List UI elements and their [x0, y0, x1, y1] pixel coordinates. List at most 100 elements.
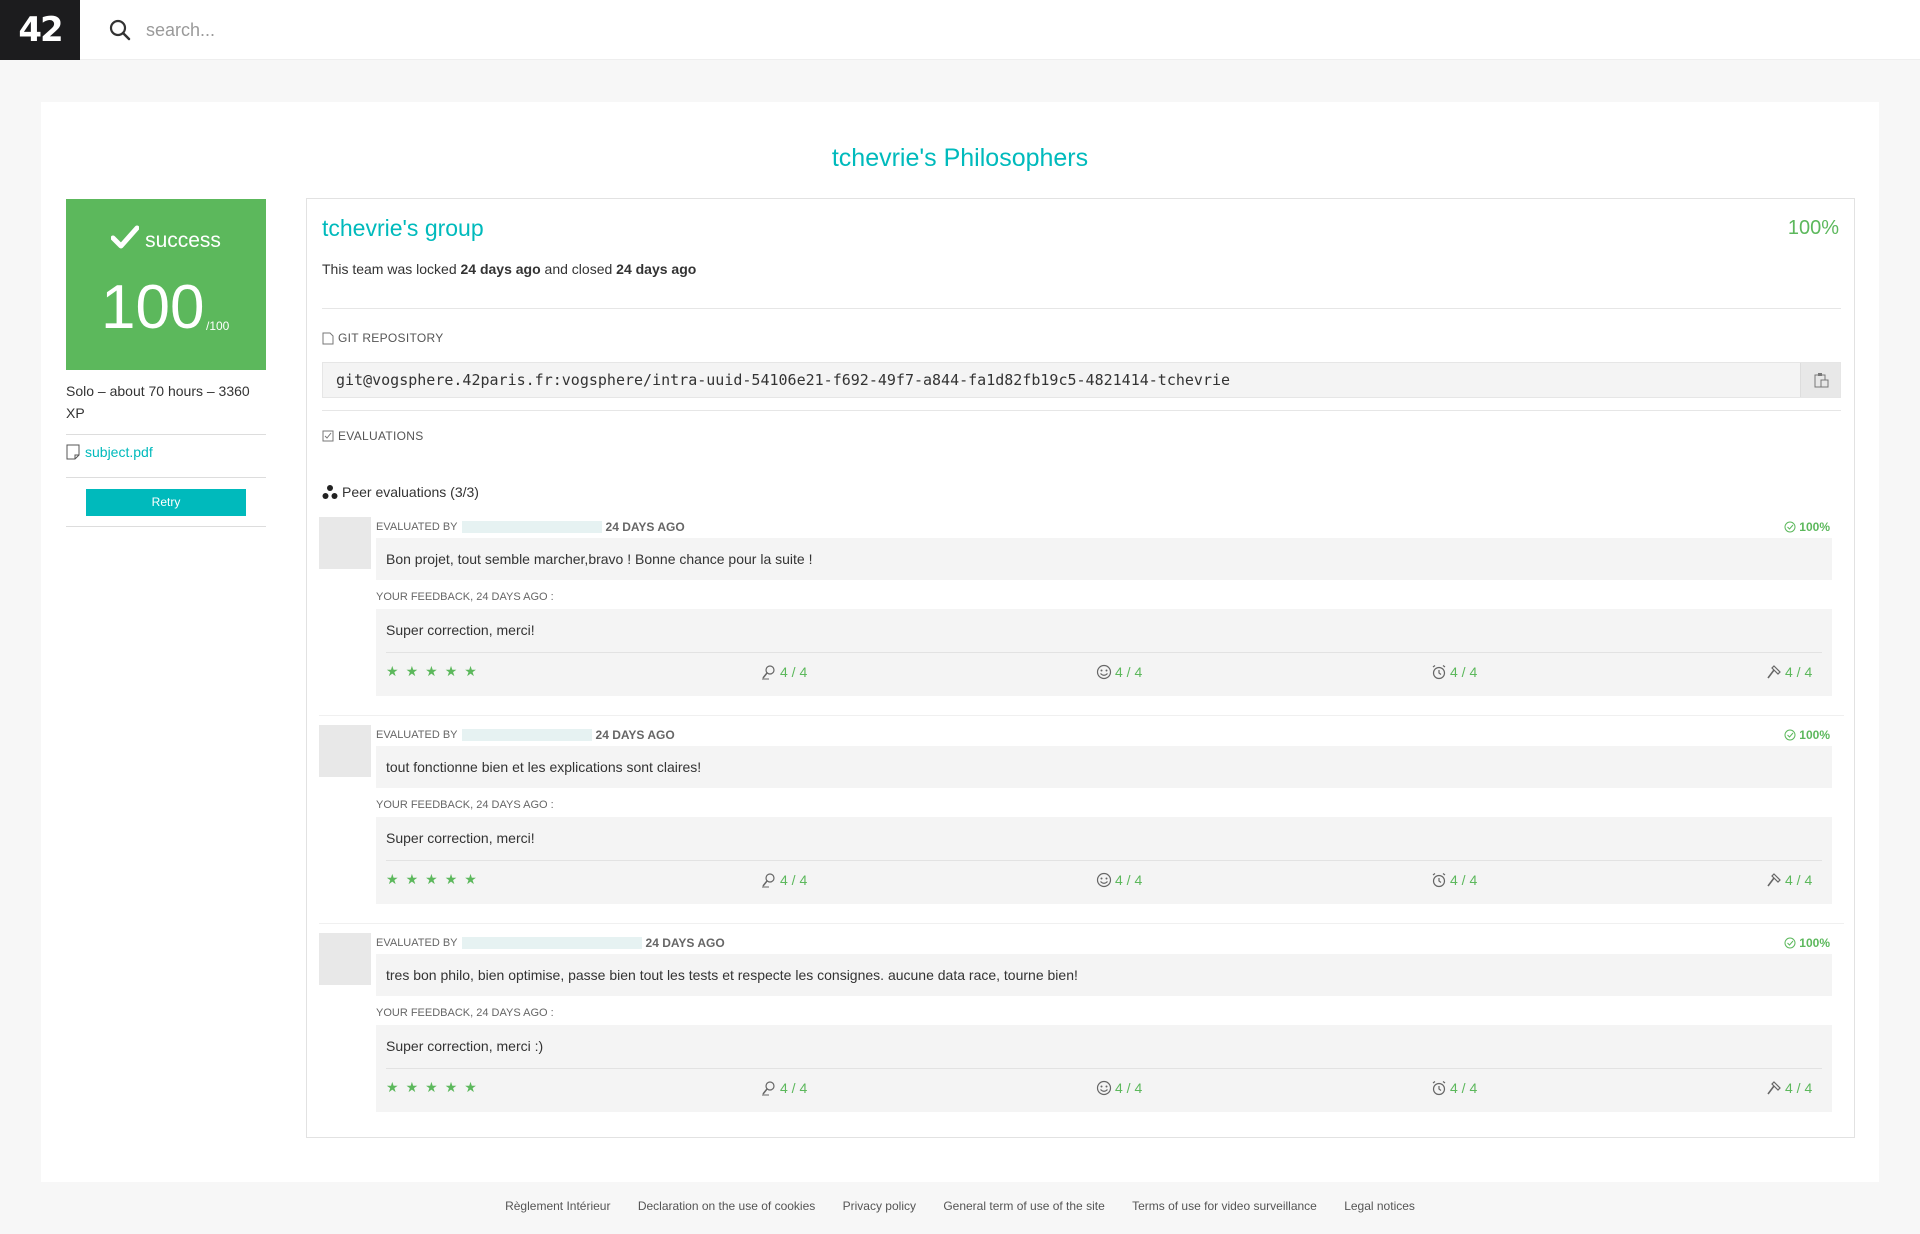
star-icon: ★: [405, 872, 419, 888]
rating-value: 4 / 4: [1785, 664, 1813, 680]
peer-title-text: Peer evaluations (3/3): [342, 484, 479, 500]
feedback-label: YOUR FEEDBACK, 24 DAYS AGO :: [376, 591, 554, 603]
git-section-label: GIT REPOSITORY: [322, 331, 444, 345]
rating-nice: 4 / 4: [1096, 872, 1142, 888]
smiley-icon: [1096, 872, 1112, 888]
evaluator-name-redacted[interactable]: [461, 729, 592, 741]
locked-prefix: This team was locked: [322, 261, 461, 277]
evaluations-section-label: EVALUATIONS: [322, 429, 424, 443]
divider: [322, 308, 1841, 309]
evaluation-item: EVALUATED BY 24 DAYS AGO 100% Bon projet…: [319, 517, 1844, 717]
evaluation-percent: 100%: [1784, 728, 1830, 742]
evaluated-by-label: EVALUATED BY: [376, 521, 458, 533]
feedback-box: Super correction, merci :) ★ ★ ★ ★ ★ 4 / 4 4…: [376, 1025, 1832, 1112]
rating-value: 4 / 4: [780, 1080, 808, 1096]
divider: [66, 526, 266, 527]
divider: [319, 923, 1844, 924]
hammer-icon: [1767, 1081, 1781, 1095]
team-status-text: This team was locked 24 days ago and clo…: [322, 261, 696, 277]
git-url[interactable]: git@vogsphere.42paris.fr:vogsphere/intra…: [336, 371, 1230, 389]
divider: [322, 410, 1841, 411]
hammer-icon: [1767, 873, 1781, 887]
feedback-text: Super correction, merci!: [386, 622, 535, 638]
search-input[interactable]: [146, 14, 746, 46]
star-icon: ★: [386, 872, 399, 888]
star-icon: ★: [386, 664, 399, 680]
logo-42[interactable]: 42: [0, 0, 80, 60]
interested-icon: [762, 1081, 775, 1096]
evaluation-comment: tres bon philo, bien optimise, passe bie…: [376, 954, 1832, 996]
feedback-label: YOUR FEEDBACK, 24 DAYS AGO :: [376, 1007, 554, 1019]
evaluation-comment: tout fonctionne bien et les explications…: [376, 746, 1832, 788]
rating-value: 4 / 4: [1115, 664, 1143, 680]
star-icon: ★: [425, 664, 438, 680]
git-label: GIT REPOSITORY: [338, 331, 444, 345]
check-icon: [111, 225, 140, 249]
rating-value: 4 / 4: [1115, 872, 1143, 888]
avatar[interactable]: [319, 517, 371, 569]
footer-link-terms[interactable]: General term of use of the site: [943, 1199, 1104, 1213]
interested-icon: [762, 873, 775, 888]
closed-when: 24 days ago: [616, 261, 697, 277]
star-icon: ★: [464, 872, 477, 888]
star-icon: ★: [386, 1080, 399, 1096]
top-bar: 42: [0, 0, 1920, 60]
footer-link-legal[interactable]: Legal notices: [1344, 1199, 1415, 1213]
evaluation-percent: 100%: [1784, 936, 1830, 950]
check-circle-icon: [1784, 729, 1796, 741]
alarm-clock-icon: [1432, 873, 1446, 888]
rating-interested: 4 / 4: [761, 1080, 807, 1096]
feedback-stars: ★ ★ ★ ★ ★: [386, 664, 477, 680]
evaluation-item: EVALUATED BY 24 DAYS AGO 100% tout fonct…: [319, 725, 1844, 925]
rating-interested: 4 / 4: [761, 664, 807, 680]
evaluation-percent: 100%: [1784, 520, 1830, 534]
avatar[interactable]: [319, 725, 371, 777]
copy-button[interactable]: [1800, 363, 1840, 397]
rating-punctuality: 4 / 4: [1431, 1080, 1477, 1096]
smiley-icon: [1096, 1080, 1112, 1096]
avatar[interactable]: [319, 933, 371, 985]
rating-punctuality: 4 / 4: [1431, 664, 1477, 680]
retry-button[interactable]: Retry: [86, 489, 246, 516]
evaluations-label: EVALUATIONS: [338, 429, 424, 443]
group-name: tchevrie's group: [322, 215, 484, 241]
feedback-box: Super correction, merci! ★ ★ ★ ★ ★ 4 / 4 4 /…: [376, 817, 1832, 904]
divider: [386, 652, 1822, 653]
evaluated-by-label: EVALUATED BY: [376, 937, 458, 949]
star-icon: ★: [425, 872, 438, 888]
footer-link-privacy[interactable]: Privacy policy: [843, 1199, 916, 1213]
rating-value: 4 / 4: [1785, 872, 1813, 888]
footer-link-cookies[interactable]: Declaration on the use of cookies: [638, 1199, 815, 1213]
rating-value: 4 / 4: [1115, 1080, 1143, 1096]
footer-link-video-surveillance[interactable]: Terms of use for video surveillance: [1132, 1199, 1317, 1213]
rating-nice: 4 / 4: [1096, 1080, 1142, 1096]
locked-mid: and closed: [540, 261, 617, 277]
alarm-clock-icon: [1432, 1081, 1446, 1096]
check-circle-icon: [1784, 521, 1796, 533]
evaluation-percent-value: 100%: [1799, 520, 1830, 534]
rating-rigorous: 4 / 4: [1766, 1080, 1812, 1096]
rating-punctuality: 4 / 4: [1431, 872, 1477, 888]
page-title: tchevrie's Philosophers: [831, 144, 1089, 172]
feedback-text: Super correction, merci :): [386, 1038, 544, 1054]
rating-value: 4 / 4: [780, 872, 808, 888]
star-icon: ★: [464, 1080, 477, 1096]
rating-rigorous: 4 / 4: [1766, 872, 1812, 888]
git-repository-field[interactable]: git@vogsphere.42paris.fr:vogsphere/intra…: [322, 362, 1841, 398]
divider: [386, 1068, 1822, 1069]
evaluator-name-redacted[interactable]: [461, 937, 642, 949]
footer-link-reglement[interactable]: Règlement Intérieur: [505, 1199, 610, 1213]
feedback-stars: ★ ★ ★ ★ ★: [386, 872, 477, 888]
evaluation-comment: Bon projet, tout semble marcher,bravo ! …: [376, 538, 1832, 580]
divider: [66, 477, 266, 478]
subject-link[interactable]: subject.pdf: [66, 444, 153, 460]
file-icon: [322, 332, 334, 344]
status-badge: success 100 /100: [66, 199, 266, 370]
star-icon: ★: [444, 664, 458, 680]
subject-link-label[interactable]: subject.pdf: [85, 444, 153, 460]
rating-value: 4 / 4: [1450, 872, 1478, 888]
search-icon[interactable]: [108, 18, 132, 42]
final-mark: 100: [101, 273, 205, 342]
star-icon: ★: [464, 664, 477, 680]
evaluator-name-redacted[interactable]: [461, 521, 602, 533]
